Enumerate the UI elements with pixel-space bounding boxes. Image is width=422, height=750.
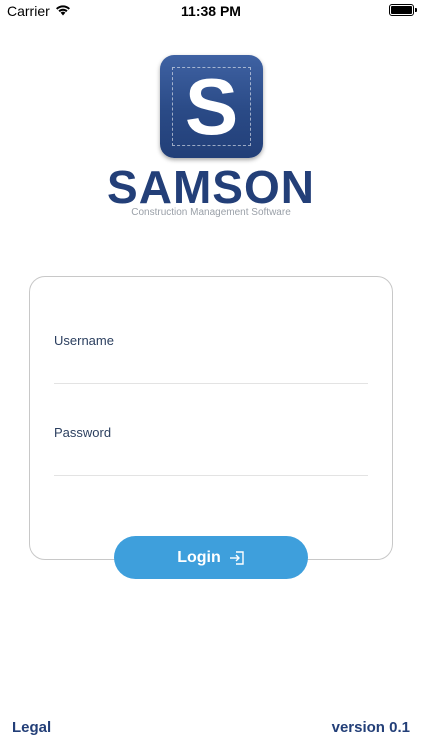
password-input[interactable] bbox=[54, 447, 368, 473]
login-screen: Carrier 11:38 PM S SAMSON Construction M… bbox=[0, 0, 422, 750]
version-label: version 0.1 bbox=[331, 719, 410, 736]
username-underline bbox=[54, 383, 368, 384]
battery-icon bbox=[389, 4, 417, 16]
status-bar: Carrier 11:38 PM bbox=[0, 0, 422, 22]
password-label: Password bbox=[54, 425, 112, 440]
login-button[interactable]: Login bbox=[114, 536, 308, 579]
sign-in-icon bbox=[229, 550, 245, 565]
logo-letter: S bbox=[184, 62, 239, 151]
login-card: Username Password bbox=[29, 276, 393, 560]
username-input[interactable] bbox=[54, 355, 368, 381]
login-button-label: Login bbox=[177, 548, 221, 566]
status-time: 11:38 PM bbox=[181, 3, 241, 19]
password-underline bbox=[54, 475, 368, 476]
brand-name: SAMSON bbox=[107, 161, 315, 213]
app-logo: S bbox=[160, 55, 263, 158]
brand-tagline: Construction Management Software bbox=[131, 207, 291, 218]
username-label: Username bbox=[54, 333, 114, 348]
legal-link[interactable]: Legal bbox=[12, 719, 51, 736]
